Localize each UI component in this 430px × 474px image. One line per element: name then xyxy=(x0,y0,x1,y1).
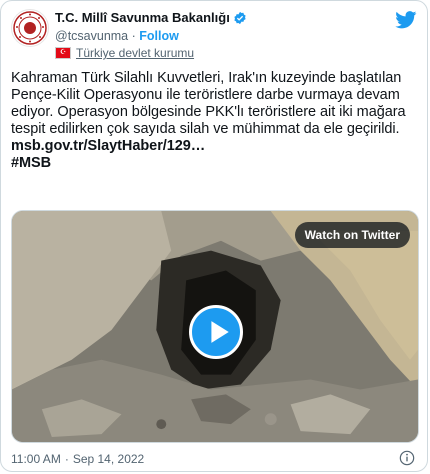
meta-separator: · xyxy=(64,452,69,466)
account-name-row[interactable]: T.C. Millî Savunma Bakanlığı xyxy=(55,10,247,25)
tweet-text: Kahraman Türk Silahlı Kuvvetleri, Irak'ı… xyxy=(11,70,406,137)
tweet-date: Sep 14, 2022 xyxy=(72,452,145,466)
tweet-timestamp[interactable]: 11:00 AM · Sep 14, 2022 xyxy=(11,452,144,466)
msb-logo-icon[interactable] xyxy=(11,9,49,47)
tweet-hashtag[interactable]: #MSB xyxy=(11,155,51,171)
account-handle[interactable]: @tcsavunma xyxy=(55,29,128,43)
follow-button[interactable]: Follow xyxy=(139,29,179,43)
tweet-link[interactable]: msb.gov.tr/SlaytHaber/129… xyxy=(11,138,205,154)
tweet-body: Kahraman Türk Silahlı Kuvvetleri, Irak'ı… xyxy=(11,70,419,172)
tweet-card: T.C. Millî Savunma Bakanlığı @tcsavunma … xyxy=(0,0,428,472)
watch-on-twitter-button[interactable]: Watch on Twitter xyxy=(294,222,410,248)
tweet-header: T.C. Millî Savunma Bakanlığı @tcsavunma … xyxy=(11,9,417,60)
video-player[interactable]: Watch on Twitter xyxy=(11,210,419,443)
separator-dot: · xyxy=(131,29,136,43)
twitter-bird-icon[interactable] xyxy=(395,11,417,29)
affiliation-label[interactable]: ☪ Türkiye devlet kurumu xyxy=(55,46,194,60)
account-display-name[interactable]: T.C. Millî Savunma Bakanlığı xyxy=(55,10,230,25)
play-icon xyxy=(211,321,229,343)
turkey-flag-icon: ☪ xyxy=(55,47,71,59)
tweet-time: 11:00 AM xyxy=(11,452,61,466)
info-icon[interactable] xyxy=(399,450,415,466)
verified-badge-icon xyxy=(234,11,246,24)
play-button[interactable] xyxy=(189,305,243,359)
handle-row: @tcsavunma · Follow xyxy=(55,29,179,43)
affiliation-text: Türkiye devlet kurumu xyxy=(76,46,195,60)
